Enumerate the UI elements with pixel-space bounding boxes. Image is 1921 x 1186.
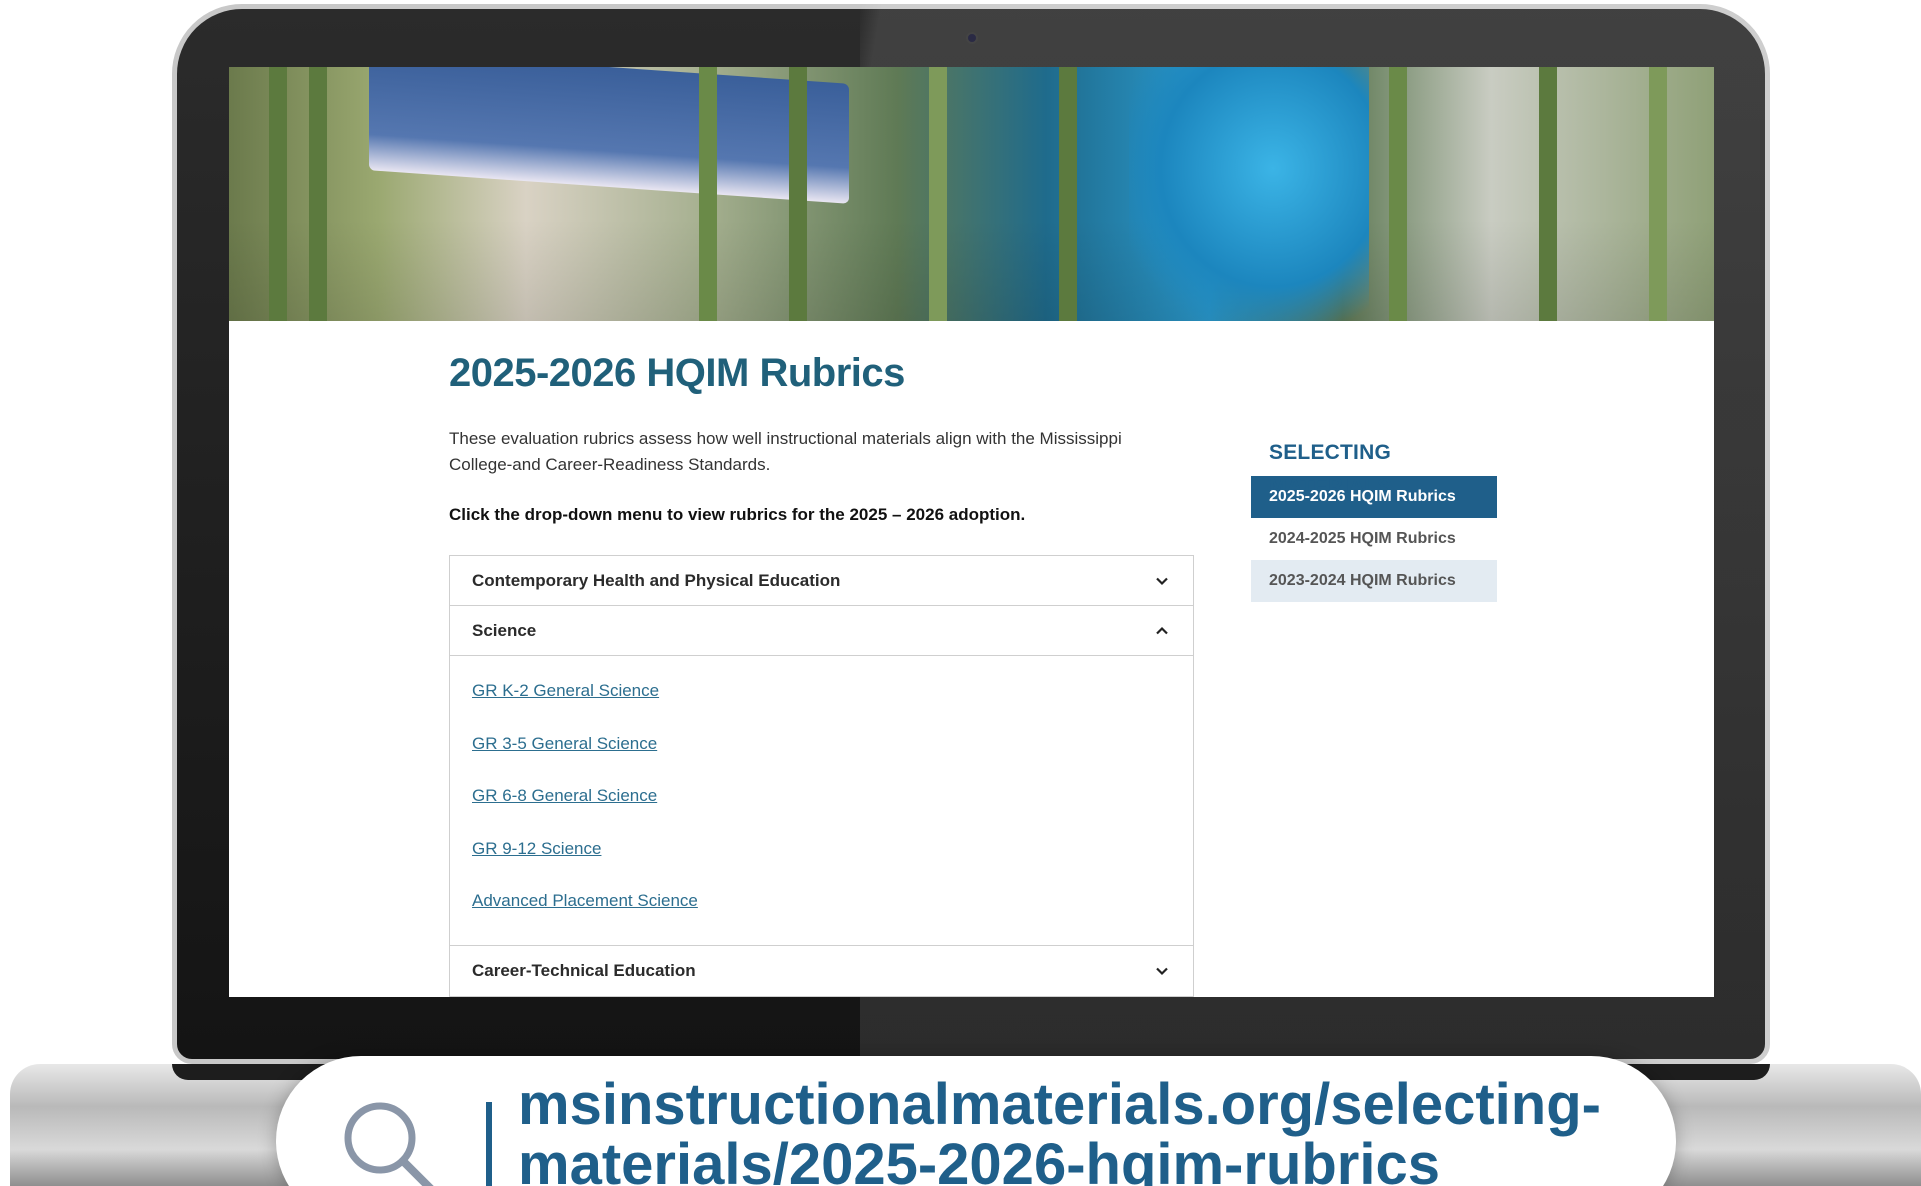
- chevron-down-icon: [1156, 967, 1168, 975]
- hero-decor: [309, 67, 327, 321]
- hero-image-classroom: [229, 67, 1714, 321]
- hero-decor: [1539, 67, 1557, 321]
- instruction-text: Click the drop-down menu to view rubrics…: [449, 505, 1026, 524]
- rubric-link-k2[interactable]: GR K-2 General Science: [472, 670, 1171, 723]
- hero-decor: [789, 67, 807, 321]
- page-title: 2025-2026 HQIM Rubrics: [449, 351, 905, 395]
- sidebar-item-2023-2024[interactable]: 2023-2024 HQIM Rubrics: [1251, 560, 1497, 602]
- accordion-header-label: Career-Technical Education: [472, 960, 696, 980]
- rubric-link-ap[interactable]: Advanced Placement Science: [472, 880, 1171, 933]
- intro-text: These evaluation rubrics assess how well…: [449, 429, 1122, 474]
- accordion-header-label: Science: [472, 620, 537, 640]
- rubric-link-9-12[interactable]: GR 9-12 Science: [472, 828, 1171, 881]
- laptop-screen: 2025-2026 HQIM Rubrics These evaluation …: [229, 67, 1714, 997]
- webcam: [966, 32, 978, 44]
- hero-decor: [1059, 67, 1077, 321]
- rubrics-accordion: Contemporary Health and Physical Educati…: [449, 555, 1194, 997]
- accordion-header-label: Contemporary Health and Physical Educati…: [472, 570, 841, 590]
- accordion-panel-science: GR K-2 General Science GR 3-5 General Sc…: [450, 656, 1193, 946]
- rubric-link-6-8[interactable]: GR 6-8 General Science: [472, 775, 1171, 828]
- sidebar-nav: SELECTING MATERIALS 2025-2026 HQIM Rubri…: [1251, 436, 1497, 602]
- sidebar-title: SELECTING MATERIALS: [1269, 441, 1392, 498]
- hero-decor: [1649, 67, 1667, 321]
- hero-decor: [269, 67, 287, 321]
- sidebar-item-2025-2026[interactable]: 2025-2026 HQIM Rubrics: [1251, 476, 1497, 518]
- hero-backpack: [1129, 67, 1369, 321]
- url-text: msinstructionalmaterials.org/selecting-m…: [518, 1072, 1601, 1186]
- url-divider: [486, 1102, 492, 1186]
- hero-decor: [929, 67, 947, 321]
- accordion-header-health[interactable]: Contemporary Health and Physical Educati…: [450, 556, 1193, 606]
- hero-decor: [1389, 67, 1407, 321]
- hero-notebook: [369, 67, 849, 204]
- accordion-header-science[interactable]: Science: [450, 606, 1193, 656]
- sidebar-item-2024-2025[interactable]: 2024-2025 HQIM Rubrics: [1251, 518, 1497, 560]
- rubric-link-3-5[interactable]: GR 3-5 General Science: [472, 723, 1171, 776]
- accordion-header-cte[interactable]: Career-Technical Education: [450, 946, 1193, 996]
- chevron-up-icon: [1156, 626, 1168, 634]
- search-icon: [344, 1102, 434, 1186]
- chevron-down-icon: [1156, 577, 1168, 585]
- hero-decor: [699, 67, 717, 321]
